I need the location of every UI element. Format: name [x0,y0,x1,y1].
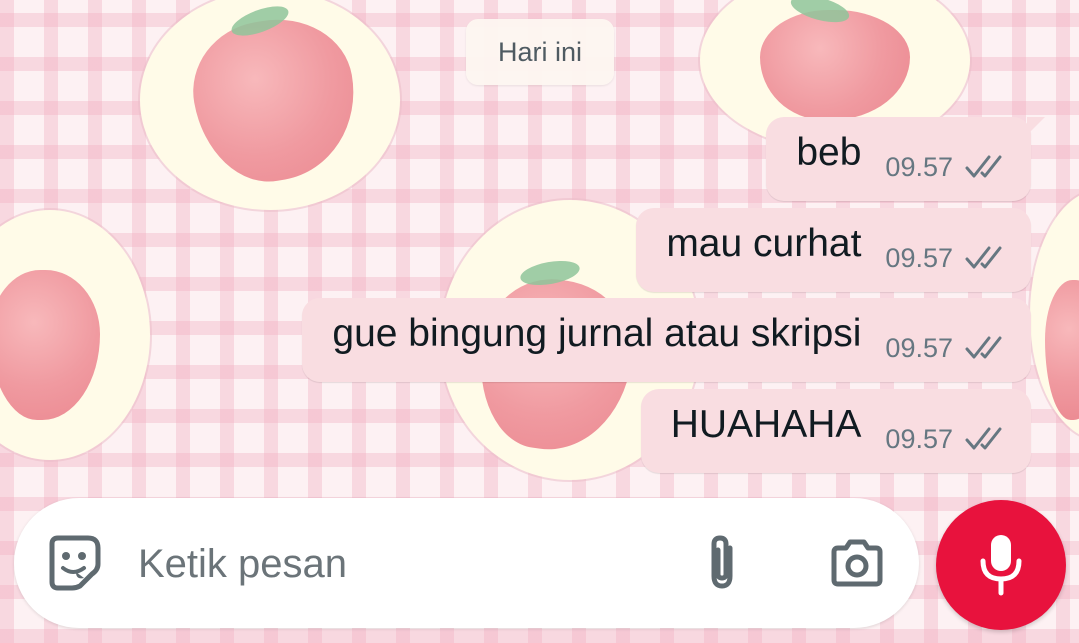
sticker-icon[interactable] [44,534,102,592]
message-time: 09.57 [885,151,953,182]
message-bubble-outgoing[interactable]: mau curhat 09.57 [636,208,1031,292]
microphone-icon [980,535,1022,596]
date-chip: Hari ini [466,19,614,85]
message-bubble-outgoing[interactable]: gue bingung jurnal atau skripsi 09.57 [302,298,1031,382]
message-meta: 09.57 [885,424,1009,455]
double-check-read-icon [965,427,1002,450]
message-bubble-outgoing[interactable]: beb 09.57 [766,117,1045,201]
message-text: gue bingung jurnal atau skripsi [332,312,862,355]
message-time: 09.57 [885,242,953,273]
message-text: HUAHAHA [670,403,862,446]
message-text: beb [796,131,862,174]
message-text: mau curhat [666,222,862,265]
paperclip-icon[interactable] [700,532,744,594]
message-bubble-outgoing[interactable]: HUAHAHA 09.57 [640,389,1031,473]
message-input[interactable] [136,528,660,600]
message-meta: 09.57 [885,243,1009,274]
message-time: 09.57 [885,332,953,363]
date-chip-label: Hari ini [497,36,583,67]
camera-icon[interactable] [828,538,886,588]
voice-record-button[interactable] [936,500,1066,630]
message-meta: 09.57 [885,152,1009,183]
bubble-tail [1027,117,1045,135]
double-check-read-icon [965,155,1002,178]
message-time: 09.57 [885,423,953,454]
message-meta: 09.57 [885,333,1009,364]
double-check-read-icon [965,336,1002,359]
message-composer [14,498,919,628]
double-check-read-icon [965,246,1002,269]
